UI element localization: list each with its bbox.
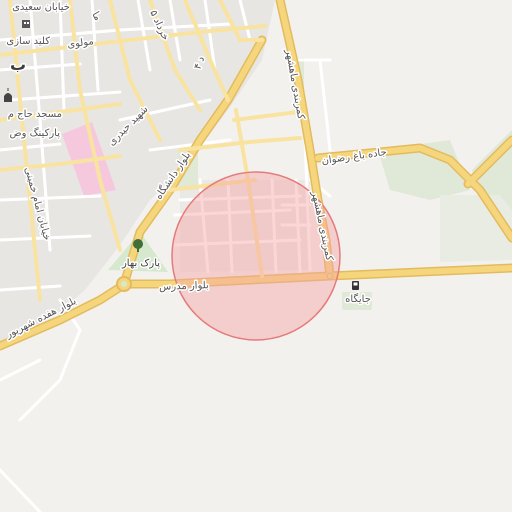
fuel-icon[interactable]: [352, 281, 359, 290]
label-partial-top-left: ب: [10, 55, 26, 74]
map-canvas[interactable]: خیابان سعیدی کلید سازی مولوی ب مسجد حاج …: [0, 0, 512, 512]
label-park-bahar: پارک بهار: [121, 258, 160, 269]
map-svg[interactable]: خیابان سعیدی کلید سازی مولوی ب مسجد حاج …: [0, 0, 512, 512]
label-bolvar-modarres: بلوار مدرس: [159, 280, 209, 293]
label-street-saeedi: خیابان سعیدی: [12, 2, 70, 13]
label-mosque: مسجد حاج م: [8, 109, 62, 120]
label-keyd-sazi: کلید سازی: [6, 36, 50, 47]
label-parking: پارکینگ وض: [9, 127, 60, 139]
building-icon[interactable]: [22, 20, 30, 28]
label-jaygah: جایگاه: [345, 293, 371, 305]
